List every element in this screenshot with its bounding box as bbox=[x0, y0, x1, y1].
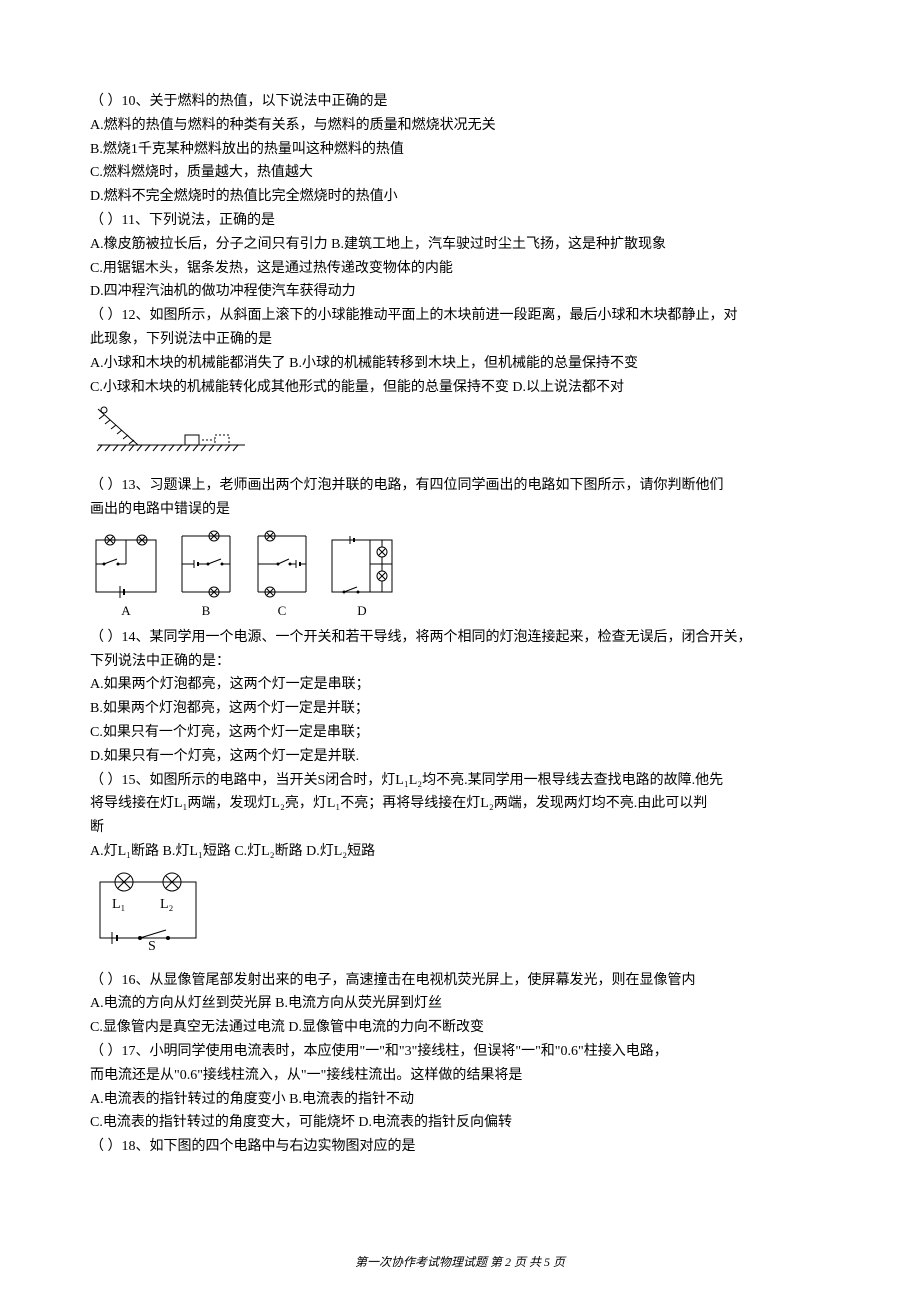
q10-b: B.燃烧1千克某种燃料放出的热量叫这种燃料的热值 bbox=[90, 138, 830, 162]
q17-stem-1: （ ）17、小明同学使用电流表时，本应使用"一"和"3"接线柱，但误将"一"和"… bbox=[90, 1040, 830, 1064]
q13-circuit-b: B bbox=[174, 530, 238, 622]
q15-s-label: S bbox=[148, 939, 156, 952]
q11-c: C.用锯锯木头，锯条发热，这是通过热传递改变物体的内能 bbox=[90, 257, 830, 281]
q15-stem-3: 断 bbox=[90, 816, 830, 840]
q14-stem-2: 下列说法中正确的是： bbox=[90, 650, 830, 674]
q12-stem-2: 此现象，下列说法中正确的是 bbox=[90, 328, 830, 352]
q10-stem: （ ）10、关于燃料的热值，以下说法中正确的是 bbox=[90, 90, 830, 114]
q11-a: A.橡皮筋被拉长后，分子之间只有引力 B.建筑工地上，汽车驶过时尘土飞扬，这是种… bbox=[90, 233, 830, 257]
q17-stem-2: 而电流还是从"0.6"接线柱流入，从"一"接线柱流出。这样做的结果将是 bbox=[90, 1064, 830, 1088]
q18-stem: （ ）18、如下图的四个电路中与右边实物图对应的是 bbox=[90, 1135, 830, 1159]
q13-circuit-d: D bbox=[326, 534, 398, 622]
q13-label-c: C bbox=[278, 600, 287, 622]
q15-l1-label: L₁ bbox=[112, 897, 125, 912]
page-footer: 第一次协作考试物理试题 第 2 页 共 5 页 bbox=[0, 1252, 920, 1272]
q16-row1: A.电流的方向从灯丝到荧光屏 B.电流方向从荧光屏到灯丝 bbox=[90, 992, 830, 1016]
q12-stem-1: （ ）12、如图所示，从斜面上滚下的小球能推动平面上的木块前进一段距离，最后小球… bbox=[90, 304, 830, 328]
q12-c: C.小球和木块的机械能转化成其他形式的能量，但能的总量保持不变 D.以上说法都不… bbox=[90, 376, 830, 400]
q11-d: D.四冲程汽油机的做功冲程使汽车获得动力 bbox=[90, 280, 830, 304]
q13-label-b: B bbox=[202, 600, 211, 622]
q13-circuit-c: C bbox=[250, 530, 314, 622]
q16-row2: C.显像管内是真空无法通过电流 D.显像管中电流的力向不断改变 bbox=[90, 1016, 830, 1040]
q14-d: D.如果只有一个灯亮，这两个灯一定是并联. bbox=[90, 745, 830, 769]
q10-d: D.燃料不完全燃烧时的热值比完全燃烧时的热值小 bbox=[90, 185, 830, 209]
q12-figure bbox=[90, 405, 830, 464]
q13-label-a: A bbox=[121, 600, 130, 622]
q16-stem: （ ）16、从显像管尾部发射出来的电子，高速撞击在电视机荧光屏上，使屏幕发光，则… bbox=[90, 969, 830, 993]
q13-figure: A B bbox=[90, 530, 830, 622]
q15-options: A.灯L₁断路 B.灯L₁短路 C.灯L₂断路 D.灯L₂短路 bbox=[90, 840, 830, 864]
q17-row2: C.电流表的指针转过的角度变大，可能烧坏 D.电流表的指针反向偏转 bbox=[90, 1111, 830, 1135]
q14-b: B.如果两个灯泡都亮，这两个灯一定是并联； bbox=[90, 697, 830, 721]
q13-stem-1: （ ）13、习题课上，老师画出两个灯泡并联的电路，有四位同学画出的电路如下图所示… bbox=[90, 474, 830, 498]
q14-c: C.如果只有一个灯亮，这两个灯一定是串联； bbox=[90, 721, 830, 745]
q14-a: A.如果两个灯泡都亮，这两个灯一定是串联； bbox=[90, 673, 830, 697]
q13-stem-2: 画出的电路中错误的是 bbox=[90, 498, 830, 522]
q13-circuit-a: A bbox=[90, 534, 162, 622]
q10-a: A.燃料的热值与燃料的种类有关系，与燃料的质量和燃烧状况无关 bbox=[90, 114, 830, 138]
q15-stem-2: 将导线接在灯L₁两端，发现灯L₂亮，灯L₁不亮；再将导线接在灯L₂两端，发现两灯… bbox=[90, 792, 830, 816]
q12-a: A.小球和木块的机械能都消失了 B.小球的机械能转移到木块上，但机械能的总量保持… bbox=[90, 352, 830, 376]
q13-label-d: D bbox=[357, 600, 366, 622]
q17-row1: A.电流表的指针转过的角度变小 B.电流表的指针不动 bbox=[90, 1088, 830, 1112]
q11-stem: （ ）11、下列说法，正确的是 bbox=[90, 209, 830, 233]
q15-stem-1: （ ）15、如图所示的电路中，当开关S闭合时，灯L₁L₂均不亮.某同学用一根导线… bbox=[90, 769, 830, 793]
q14-stem-1: （ ）14、某同学用一个电源、一个开关和若干导线，将两个相同的灯泡连接起来，检查… bbox=[90, 626, 830, 650]
q10-c: C.燃料燃烧时，质量越大，热值越大 bbox=[90, 161, 830, 185]
q15-figure: L₁ L₂ S bbox=[90, 872, 830, 961]
q15-l2-label: L₂ bbox=[160, 897, 174, 912]
